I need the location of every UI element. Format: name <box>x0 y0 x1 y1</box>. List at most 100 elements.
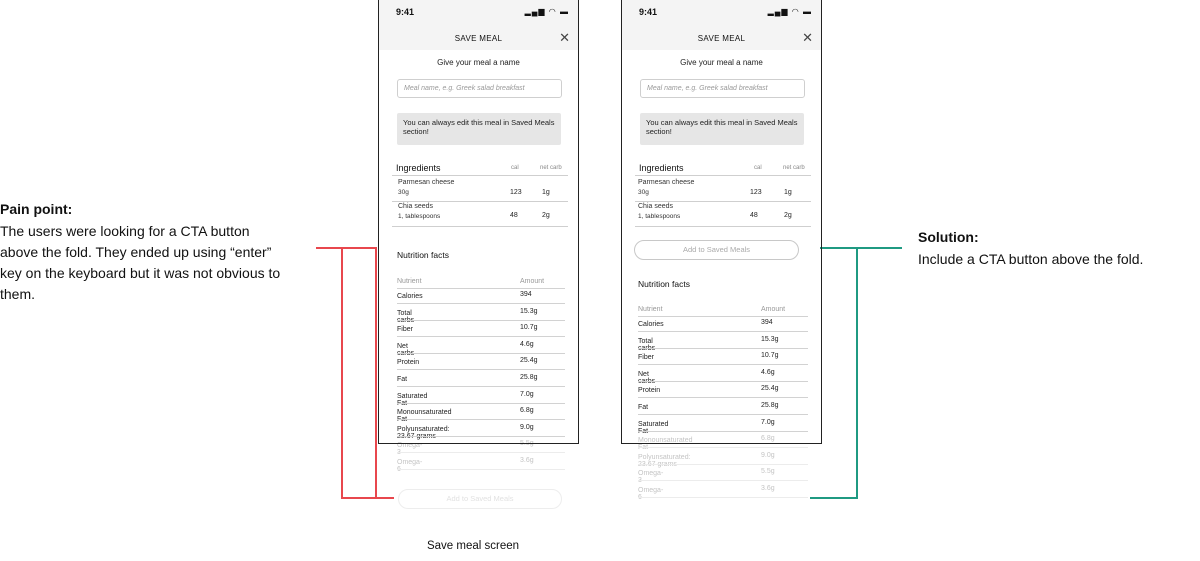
info-box: You can always edit this meal in Saved M… <box>397 113 561 145</box>
add-to-saved-meals-button[interactable]: Add to Saved Meals <box>634 240 799 260</box>
nutrition-rule <box>397 386 565 387</box>
nutrient-name: Polyunsaturated: 23.67 grams <box>638 453 691 468</box>
nutrition-rule <box>397 336 565 338</box>
nutrition-rule <box>638 414 808 415</box>
ingredient-cal: 123 <box>510 189 522 196</box>
nutrient-amount: 4.6g <box>520 340 534 348</box>
nutrient-amount: 15.3g <box>520 307 538 315</box>
nutrient-amount: 15.3g <box>761 335 779 343</box>
signal-wifi-battery-icon: ▂▄▆ ◠ ▬ <box>767 7 812 16</box>
ingredient-net-carb: 1g <box>784 189 792 196</box>
pain-point-line: them. <box>0 286 36 302</box>
solution-title: Solution: <box>918 229 979 245</box>
nutrient-name: Total carbs <box>397 309 414 324</box>
nutrient-amount: 3.6g <box>520 457 534 464</box>
nutrition-rule <box>638 331 808 332</box>
meal-name-input[interactable]: Meal name, e.g. Greek salad breakfast <box>640 79 805 98</box>
ingredient-cal: 48 <box>750 212 758 219</box>
meal-name-input[interactable]: Meal name, e.g. Greek salad breakfast <box>397 79 562 98</box>
pain-point-line: The users were looking for a CTA button <box>0 223 250 239</box>
nutrition-rule <box>638 463 808 465</box>
ingredient-qty: 1, tablespoons <box>398 213 441 220</box>
nutrient-amount: 4.6g <box>761 368 775 376</box>
nutrient-amount: 7.0g <box>761 418 775 426</box>
ingredients-rule <box>635 175 811 176</box>
nutrition-title: Nutrition facts <box>638 279 690 289</box>
nutrient-amount: 5.5g <box>761 468 775 476</box>
solution-text: Include a CTA button above the fold. <box>918 251 1144 267</box>
ingredients-rule <box>392 226 568 227</box>
nutrient-amount: 25.8g <box>520 374 538 381</box>
pain-point-line: key on the keyboard but it was not obvio… <box>0 265 281 281</box>
phone-after: 9:41 ▂▄▆ ◠ ▬ SAVE MEAL ✕ Give your meal … <box>621 0 822 510</box>
status-bar: 9:41 ▂▄▆ ◠ ▬ <box>378 0 579 26</box>
info-box: You can always edit this meal in Saved M… <box>640 113 804 145</box>
modal-header: SAVE MEAL ✕ <box>378 26 579 50</box>
ingredient-name: Chia seeds <box>398 203 434 210</box>
nutrient-name: Protein <box>638 387 661 395</box>
nutrition-rule <box>638 397 808 399</box>
nutrient-name: Saturated Fat <box>397 392 428 407</box>
signal-wifi-battery-icon: ▂▄▆ ◠ ▬ <box>524 7 569 16</box>
ingredient-row[interactable]: Parmesan cheese 30g 123 1g <box>398 178 568 202</box>
ingredient-name: Parmesan cheese <box>398 179 455 186</box>
nutrient-name: Polyunsaturated: 23.67 grams <box>397 425 450 440</box>
status-time: 9:41 <box>396 7 415 17</box>
ingredient-qty: 1, tablespoons <box>638 213 681 220</box>
ingredients-title: Ingredients <box>396 163 441 173</box>
nutrition-rule <box>638 497 808 498</box>
nutrient-amount: 394 <box>761 319 773 326</box>
close-icon[interactable]: ✕ <box>802 30 813 46</box>
ingredient-cal: 123 <box>750 189 762 196</box>
add-to-saved-meals-button[interactable]: Add to Saved Meals <box>398 489 562 509</box>
nutrient-name: Fiber <box>638 354 654 362</box>
ingredients-net-carb-header: net carb <box>540 165 562 171</box>
nutrition-rule <box>397 419 565 421</box>
nutrition-rule <box>397 402 565 404</box>
nutrient-name: Total carbs <box>638 337 655 352</box>
modal-title: SAVE MEAL <box>697 34 746 43</box>
nutrient-amount: 25.8g <box>761 402 779 409</box>
ingredient-cal: 48 <box>510 212 518 219</box>
nutrient-name: Monounsaturated Fat <box>638 437 693 451</box>
nutrition-rule <box>638 480 808 482</box>
nutrient-name: Protein <box>397 359 420 367</box>
nutrition-rule <box>397 435 565 437</box>
ingredients-rule <box>392 175 568 176</box>
name-prompt: Give your meal a name <box>437 58 520 67</box>
nutrition-amount-header: Amount <box>761 306 786 313</box>
ingredient-row[interactable]: Chia seeds 1, tablespoons 48 2g <box>398 202 568 226</box>
nutrient-name: Monounsaturated Fat <box>397 409 452 423</box>
nutrition-nutrient-header: Nutrient <box>397 278 422 285</box>
phone-before: 9:41 ▂▄▆ ◠ ▬ SAVE MEAL ✕ Give your meal … <box>378 0 579 520</box>
nutrition-rule <box>638 447 808 449</box>
nutrition-rule <box>397 288 565 289</box>
status-time: 9:41 <box>639 7 658 17</box>
nutrient-name: Fat <box>397 376 408 383</box>
nutrition-rule <box>397 319 565 321</box>
nutrient-amount: 5.5g <box>520 440 534 448</box>
ingredient-net-carb: 1g <box>542 189 550 196</box>
ingredient-row[interactable]: Parmesan cheese 30g 123 1g <box>638 178 808 202</box>
nutrient-name: Net carbs <box>638 370 655 385</box>
nutrition-title: Nutrition facts <box>397 250 449 260</box>
nutrient-amount: 6.8g <box>761 435 775 443</box>
status-bar: 9:41 ▂▄▆ ◠ ▬ <box>621 0 822 26</box>
close-icon[interactable]: ✕ <box>559 30 570 46</box>
nutrient-name: Fat <box>638 404 649 411</box>
nutrient-name: Omega-6 <box>638 487 664 501</box>
nutrient-amount: 10.7g <box>761 352 779 360</box>
nutrition-rule <box>397 469 565 470</box>
nutrient-name: Omega-3 <box>397 442 423 456</box>
nutrient-name: Saturated Fat <box>638 420 669 435</box>
solution-connector <box>810 247 902 499</box>
nutrient-amount: 9.0g <box>761 451 775 459</box>
ingredient-row[interactable]: Chia seeds 1, tablespoons 48 2g <box>638 202 808 226</box>
modal-header: SAVE MEAL ✕ <box>621 26 822 50</box>
nutrient-amount: 394 <box>520 291 532 298</box>
screen-caption: Save meal screen <box>426 540 520 552</box>
pain-point-text: The users were looking for a CTA button … <box>0 221 320 305</box>
ingredients-rule <box>635 226 811 227</box>
nutrient-amount: 3.6g <box>761 485 775 492</box>
nutrient-amount: 6.8g <box>520 407 534 415</box>
